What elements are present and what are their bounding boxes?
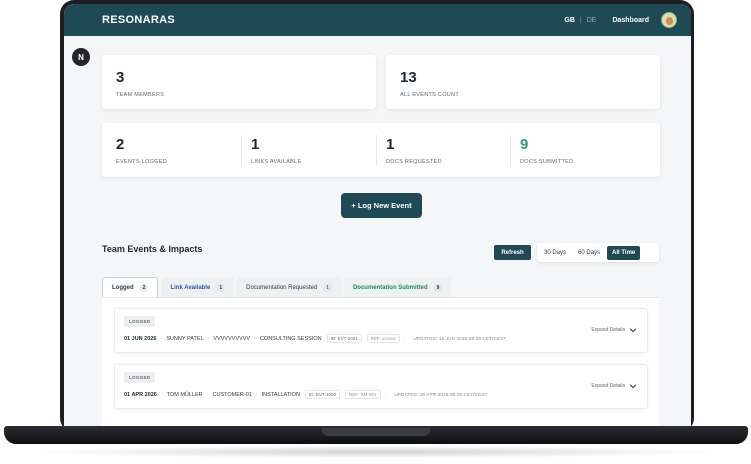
status-badge: LOGGED xyxy=(124,372,156,383)
avatar-face-icon xyxy=(665,17,673,25)
event-date: 01 APR 2026 xyxy=(124,391,157,398)
nav-dashboard-link[interactable]: Dashboard xyxy=(612,17,649,24)
tab-link-available[interactable]: Link Available 1 xyxy=(161,277,235,298)
section-title: Team Events & Impacts xyxy=(102,244,203,254)
tab-label: Link Available xyxy=(170,284,211,291)
stat-divider xyxy=(510,135,511,165)
tab-count-badge: 1 xyxy=(216,283,226,292)
lang-separator: | xyxy=(579,16,582,24)
event-summary: 01 APR 2026 · TOM MÜLLER · CUSTOMER-01 ·… xyxy=(124,390,488,399)
stat-card-team-members: 3 TEAM MEMBERS xyxy=(102,55,376,109)
stat-value: 13 xyxy=(400,69,417,86)
event-updated: UPDATED: 16 JUN 2026 08:29 CET/CEST xyxy=(413,336,507,341)
user-avatar[interactable] xyxy=(661,12,677,28)
stat-label: LINKS AVAILABLE xyxy=(251,159,302,165)
refresh-button[interactable]: Refresh xyxy=(494,245,531,260)
event-person: TOM MÜLLER xyxy=(166,391,203,398)
expand-details-label: Expand Details xyxy=(591,383,625,389)
tab-documentation-requested[interactable]: Documentation Requested 1 xyxy=(237,277,341,298)
event-customer: VVVVVVVVVV xyxy=(213,335,251,342)
tab-label: Documentation Requested xyxy=(246,284,318,291)
tab-label: Documentation Submitted xyxy=(352,284,428,291)
event-summary: 01 JUN 2026 · SUNNY PATEL · VVVVVVVVVV ·… xyxy=(124,334,506,343)
language-switcher: GB | DE xyxy=(564,17,596,24)
separator-dot: · xyxy=(206,391,209,398)
stat-label: EVENTS LOGGED xyxy=(116,159,167,165)
tab-count-badge: 2 xyxy=(139,284,149,292)
tab-count-badge: 9 xyxy=(433,283,443,292)
lang-de-option[interactable]: DE xyxy=(587,17,597,24)
stat-value: 2 xyxy=(116,136,125,153)
stat-value: 3 xyxy=(116,69,125,86)
stat-label: DOCS SUBMITTED xyxy=(520,159,574,165)
status-badge: LOGGED xyxy=(124,316,156,327)
expand-details-label: Expand Details xyxy=(591,327,625,333)
stat-label: TEAM MEMBERS xyxy=(116,92,165,98)
event-id-pill: ID: EVT-1021 xyxy=(326,334,362,343)
event-date: 01 JUN 2026 xyxy=(124,335,157,342)
stat-card-all-events: 13 ALL EVENTS COUNT xyxy=(386,55,660,109)
tab-label: Logged xyxy=(112,285,134,291)
event-id-pill: ID: EVT-1000 xyxy=(304,390,340,399)
event-card[interactable]: LOGGED 01 JUN 2026 · SUNNY PATEL · VVVVV… xyxy=(114,308,648,353)
stat-divider xyxy=(241,135,242,165)
expand-details-toggle[interactable]: Expand Details xyxy=(591,382,637,390)
event-ref-pill: REF: vvvvvv xyxy=(366,334,400,343)
stat-label: DOCS REQUESTED xyxy=(386,159,442,165)
tab-documentation-submitted[interactable]: Documentation Submitted 9 xyxy=(343,277,452,298)
separator-dot: · xyxy=(207,335,210,342)
tab-logged[interactable]: Logged 2 xyxy=(102,277,159,298)
range-all-time[interactable]: All Time xyxy=(607,245,641,260)
brand-logo[interactable]: RESONARAS xyxy=(102,14,564,26)
separator-dot: · xyxy=(160,391,163,398)
chevron-down-icon xyxy=(629,384,637,389)
separator-dot: · xyxy=(255,391,258,398)
event-type: INSTALLATION xyxy=(261,391,300,398)
stat-strip: 2 EVENTS LOGGED 1 LINKS AVAILABLE 1 DOCS… xyxy=(102,123,660,177)
stat-value: 1 xyxy=(386,136,395,153)
separator-dot: · xyxy=(160,335,163,342)
time-range-selector: 30 Days 60 Days All Time xyxy=(537,243,659,262)
separator-dot: · xyxy=(384,391,387,398)
separator-dot: · xyxy=(254,335,256,342)
laptop-shadow xyxy=(30,446,720,458)
floating-n-badge[interactable]: N xyxy=(72,48,90,66)
expand-details-toggle[interactable]: Expand Details xyxy=(591,326,637,334)
event-person: SUNNY PATEL xyxy=(166,335,204,342)
laptop-notch xyxy=(322,428,430,436)
stat-label: ALL EVENTS COUNT xyxy=(400,92,459,98)
event-ref-pill: REF: RM-001 xyxy=(344,390,381,399)
stat-value: 1 xyxy=(251,136,260,153)
range-30-days[interactable]: 30 Days xyxy=(539,246,571,260)
lang-gb-option[interactable]: GB xyxy=(564,17,575,24)
stat-value: 9 xyxy=(520,136,529,153)
app-header: RESONARAS GB | DE Dashboard xyxy=(64,4,691,36)
status-tabs: Logged 2 Link Available 1 Documentation … xyxy=(102,277,454,298)
event-updated: UPDATED: 29 APR 2026 08:26 CET/CEST xyxy=(394,392,488,397)
separator-dot: · xyxy=(403,335,406,342)
chevron-down-icon xyxy=(629,328,637,333)
event-customer: CUSTOMER-01 xyxy=(212,391,252,398)
app-screen: RESONARAS GB | DE Dashboard N 3 TEAM MEM… xyxy=(64,4,691,426)
stat-divider xyxy=(376,135,377,165)
tab-count-badge: 1 xyxy=(323,283,332,292)
log-new-event-button[interactable]: + Log New Event xyxy=(341,193,422,218)
event-card[interactable]: LOGGED 01 APR 2026 · TOM MÜLLER · CUSTOM… xyxy=(114,364,648,409)
range-60-days[interactable]: 60 Days xyxy=(573,246,605,260)
event-type: CONSULTING SESSION xyxy=(259,335,322,342)
